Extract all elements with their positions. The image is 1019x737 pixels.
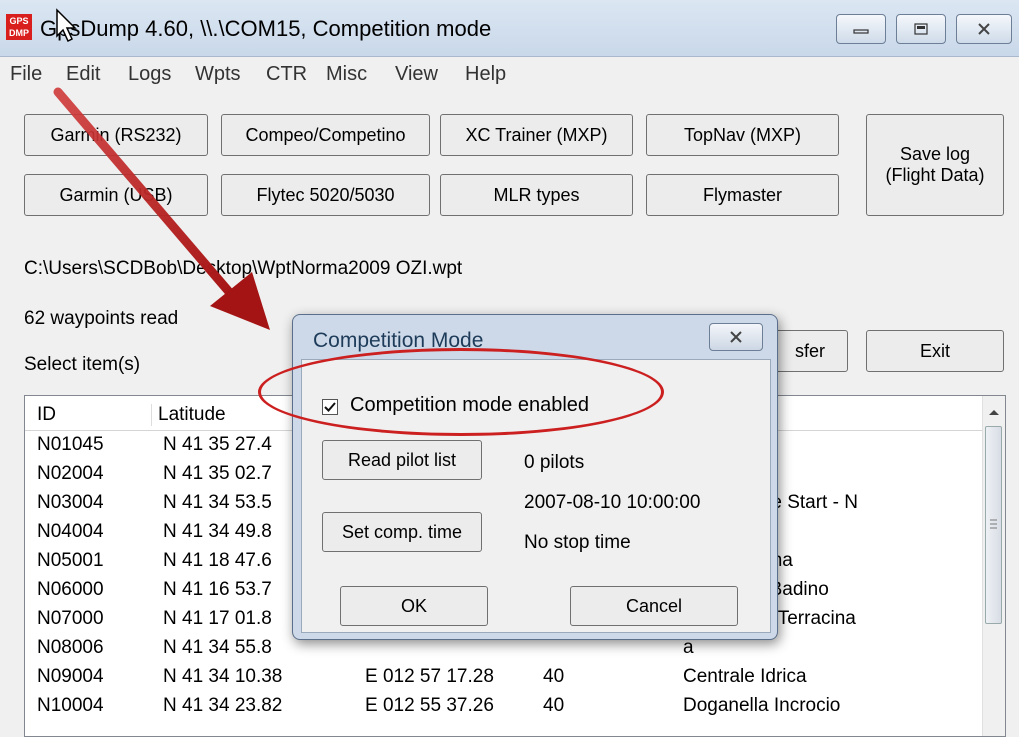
cell-name: a: [683, 637, 694, 658]
cell-id: N09004: [37, 666, 104, 687]
menu-edit[interactable]: Edit: [66, 63, 100, 86]
cell-id: N03004: [37, 492, 104, 513]
cell-lat: N 41 34 55.8: [163, 637, 272, 658]
cell-name: Centrale Idrica: [683, 666, 807, 687]
cell-lat: N 41 18 47.6: [163, 550, 272, 571]
cell-lat: N 41 34 10.38: [163, 666, 283, 687]
cell-lon: E 012 55 37.26: [365, 695, 494, 716]
exit-button[interactable]: Exit: [866, 330, 1004, 372]
topnav-button[interactable]: TopNav (MXP): [646, 114, 839, 156]
compeo-button[interactable]: Compeo/Competino: [221, 114, 430, 156]
mlr-types-button[interactable]: MLR types: [440, 174, 633, 216]
pilot-count: 0 pilots: [524, 452, 585, 473]
cell-lat: N 41 34 23.82: [163, 695, 283, 716]
cell-id: N08006: [37, 637, 104, 658]
cell-id: N02004: [37, 463, 104, 484]
header-id[interactable]: ID: [37, 404, 56, 426]
garmin-usb-button[interactable]: Garmin (USB): [24, 174, 208, 216]
cell-lat: N 41 34 49.8: [163, 521, 272, 542]
flytec-button[interactable]: Flytec 5020/5030: [221, 174, 430, 216]
menu-file[interactable]: File: [10, 63, 42, 86]
menu-misc[interactable]: Misc: [326, 63, 367, 86]
minimize-button[interactable]: [836, 14, 886, 44]
app-icon: GPS DMP: [6, 14, 32, 40]
cell-lat: N 41 16 53.7: [163, 579, 272, 600]
cell-alt: 40: [543, 666, 565, 687]
cell-id: N07000: [37, 608, 104, 629]
title-bar: GPS DMP GpsDump 4.60, \\.\COM15, Competi…: [0, 0, 1019, 57]
list-item[interactable]: N08006 N 41 34 55.8 a: [25, 637, 985, 661]
header-latitude[interactable]: Latitude: [151, 404, 226, 426]
close-icon: [978, 23, 990, 35]
menu-view[interactable]: View: [395, 63, 438, 86]
competition-mode-dialog: Competition Mode Competition mode enable…: [292, 314, 778, 640]
read-pilot-list-button[interactable]: Read pilot list: [322, 440, 482, 480]
minimize-icon: [853, 29, 869, 34]
menu-help[interactable]: Help: [465, 63, 506, 86]
waypoints-read-label: 62 waypoints read: [24, 308, 179, 329]
maximize-button[interactable]: [896, 14, 946, 44]
grip-icon: [990, 519, 997, 529]
cell-id: N04004: [37, 521, 104, 542]
dialog-close-button[interactable]: [709, 323, 763, 351]
close-button[interactable]: [956, 14, 1012, 44]
maximize-icon: [914, 23, 928, 35]
cell-name: Doganella Incrocio: [683, 695, 841, 716]
cell-lat: N 41 35 27.4: [163, 434, 272, 455]
dialog-title: Competition Mode: [313, 329, 484, 352]
stop-time-value: No stop time: [524, 532, 631, 553]
cell-id: N01045: [37, 434, 104, 455]
cell-alt: 40: [543, 695, 565, 716]
flymaster-button[interactable]: Flymaster: [646, 174, 839, 216]
select-items-label: Select item(s): [24, 354, 141, 375]
dialog-body: Competition mode enabled Read pilot list…: [301, 359, 771, 633]
cancel-button[interactable]: Cancel: [570, 586, 738, 626]
menu-logs[interactable]: Logs: [128, 63, 171, 86]
ok-button[interactable]: OK: [340, 586, 488, 626]
scroll-up-icon[interactable]: [983, 402, 1005, 422]
checkmark-icon: [324, 402, 336, 412]
cell-id: N10004: [37, 695, 104, 716]
close-icon: [730, 331, 742, 343]
window-title: GpsDump 4.60, \\.\COM15, Competition mod…: [40, 16, 492, 41]
cell-lon: E 012 57 17.28: [365, 666, 494, 687]
menu-bar: File Edit Logs Wpts CTR Misc View Help: [0, 56, 1019, 96]
competition-mode-checkbox[interactable]: [322, 399, 338, 415]
comp-time-value: 2007-08-10 10:00:00: [524, 492, 701, 513]
cell-id: N06000: [37, 579, 104, 600]
list-item[interactable]: N09004 N 41 34 10.38 E 012 57 17.28 40 Centr…: [25, 666, 985, 690]
competition-mode-label[interactable]: Competition mode enabled: [350, 394, 589, 417]
scrollbar[interactable]: [982, 396, 1005, 736]
save-log-button[interactable]: Save log (Flight Data): [866, 114, 1004, 216]
cell-id: N05001: [37, 550, 104, 571]
mouse-cursor-icon: [56, 8, 77, 43]
cell-lat: N 41 35 02.7: [163, 463, 272, 484]
cell-lat: N 41 34 53.5: [163, 492, 272, 513]
list-item[interactable]: N10004 N 41 34 23.82 E 012 55 37.26 40 Dogan…: [25, 695, 985, 719]
menu-wpts[interactable]: Wpts: [195, 63, 241, 86]
scrollbar-thumb[interactable]: [985, 426, 1002, 624]
menu-ctr[interactable]: CTR: [266, 63, 307, 86]
garmin-rs232-button[interactable]: Garmin (RS232): [24, 114, 208, 156]
xc-trainer-button[interactable]: XC Trainer (MXP): [440, 114, 633, 156]
file-path: C:\Users\SCDBob\Desktop\WptNorma2009 OZI…: [24, 258, 463, 279]
cell-lat: N 41 17 01.8: [163, 608, 272, 629]
set-comp-time-button[interactable]: Set comp. time: [322, 512, 482, 552]
